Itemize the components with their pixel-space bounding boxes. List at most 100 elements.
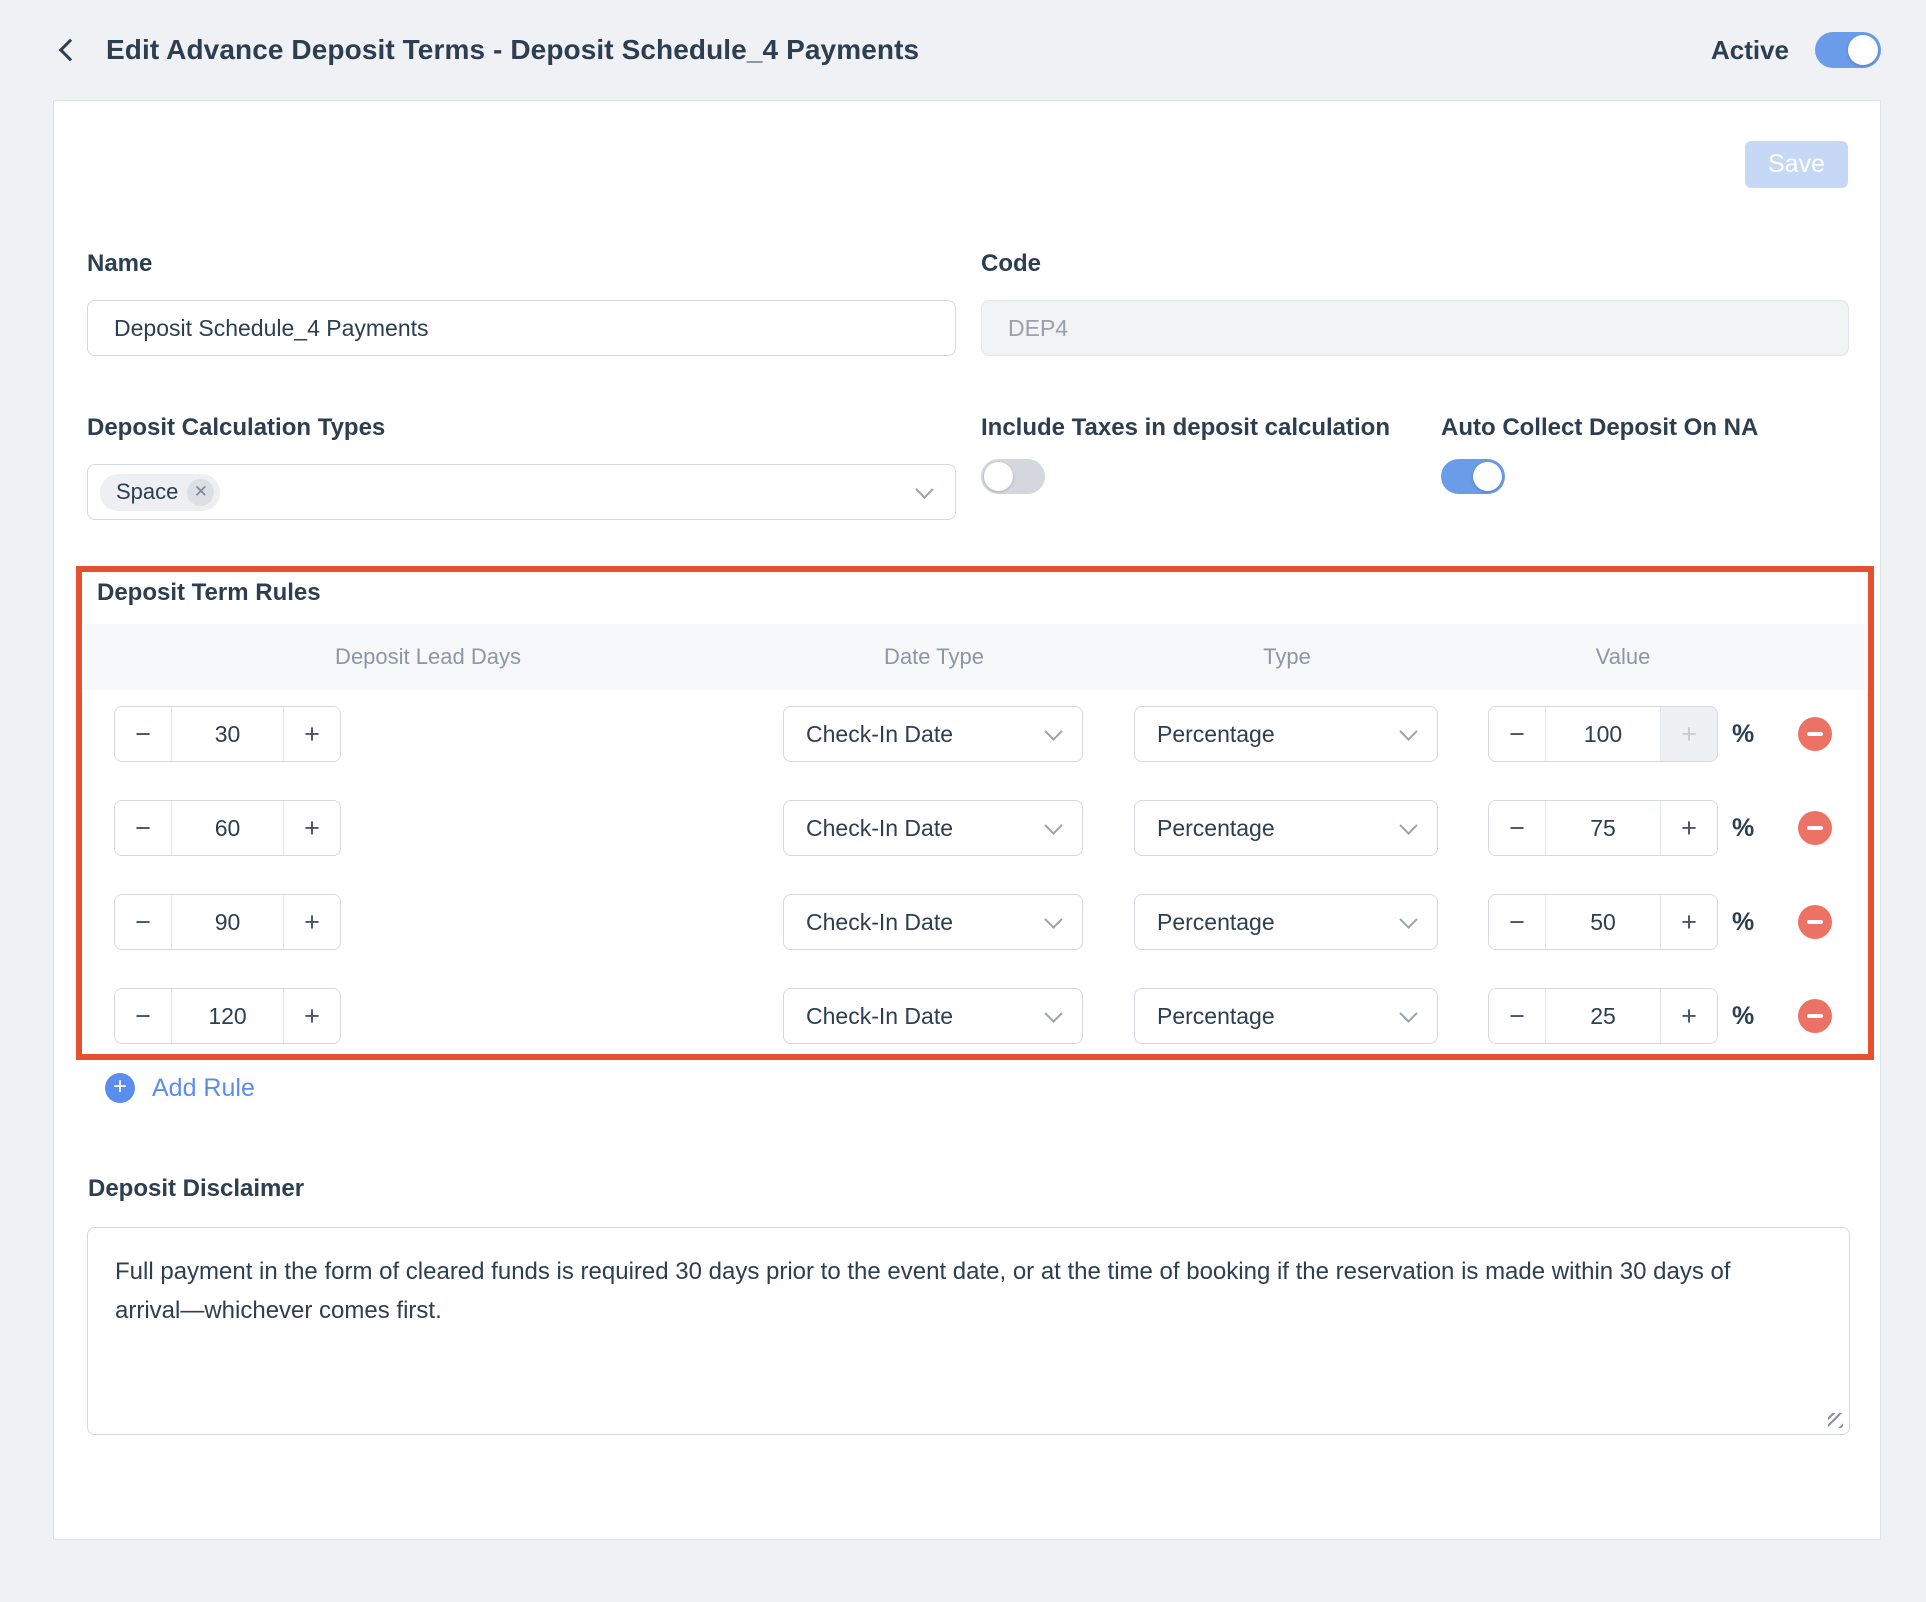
edit-form-card: Save Name Deposit Schedule_4 Payments Co… xyxy=(53,100,1881,1540)
chevron-down-icon xyxy=(1044,816,1062,834)
value-minus-button[interactable]: − xyxy=(1489,895,1546,949)
lead-days-value[interactable]: 90 xyxy=(172,895,283,949)
lead-days-stepper[interactable]: − 60 + xyxy=(114,800,341,856)
lead-days-plus-button[interactable]: + xyxy=(283,801,340,855)
include-taxes-label: Include Taxes in deposit calculation xyxy=(981,414,1441,442)
type-select[interactable]: Percentage xyxy=(1134,894,1438,950)
lead-days-value[interactable]: 30 xyxy=(172,707,283,761)
value-stepper[interactable]: − 100 + xyxy=(1488,706,1718,762)
lead-days-plus-button[interactable]: + xyxy=(283,707,340,761)
value-plus-button[interactable]: + xyxy=(1660,895,1717,949)
header-right: Active xyxy=(1711,32,1881,68)
disclaimer-textarea[interactable]: Full payment in the form of cleared fund… xyxy=(87,1227,1850,1435)
date-type-select[interactable]: Check-In Date xyxy=(783,894,1083,950)
chevron-down-icon xyxy=(915,480,933,498)
lead-days-minus-button[interactable]: − xyxy=(115,801,172,855)
lead-days-stepper[interactable]: − 120 + xyxy=(114,988,341,1044)
value-value[interactable]: 50 xyxy=(1546,895,1660,949)
date-type-select[interactable]: Check-In Date xyxy=(783,988,1083,1044)
lead-days-plus-button[interactable]: + xyxy=(283,895,340,949)
type-value: Percentage xyxy=(1157,909,1275,936)
name-input[interactable]: Deposit Schedule_4 Payments xyxy=(87,300,956,356)
back-icon[interactable] xyxy=(59,39,82,62)
percent-sign: % xyxy=(1732,720,1754,749)
chevron-down-icon xyxy=(1044,722,1062,740)
chevron-down-icon xyxy=(1399,1004,1417,1022)
lead-days-minus-button[interactable]: − xyxy=(115,895,172,949)
date-type-value: Check-In Date xyxy=(806,721,953,748)
value-minus-button[interactable]: − xyxy=(1489,989,1546,1043)
column-header-type: Type xyxy=(1263,644,1311,670)
include-taxes-toggle[interactable] xyxy=(981,459,1045,494)
auto-collect-toggle[interactable] xyxy=(1441,459,1505,494)
save-button[interactable]: Save xyxy=(1745,141,1848,188)
remove-rule-button[interactable] xyxy=(1798,717,1832,751)
lead-days-stepper[interactable]: − 90 + xyxy=(114,894,341,950)
chevron-down-icon xyxy=(1399,722,1417,740)
value-minus-button[interactable]: − xyxy=(1489,707,1546,761)
chip-remove-icon[interactable]: ✕ xyxy=(187,479,214,506)
rule-row: − 120 + Check-In Date Percentage − 25 + … xyxy=(114,988,1868,1044)
lead-days-value[interactable]: 120 xyxy=(172,989,283,1043)
add-rule-label: Add Rule xyxy=(152,1074,255,1103)
value-value[interactable]: 100 xyxy=(1546,707,1660,761)
chevron-down-icon xyxy=(1399,910,1417,928)
value-minus-button[interactable]: − xyxy=(1489,801,1546,855)
type-select[interactable]: Percentage xyxy=(1134,988,1438,1044)
name-label: Name xyxy=(87,250,956,278)
chip-label: Space xyxy=(116,479,178,505)
value-plus-button[interactable]: + xyxy=(1660,989,1717,1043)
remove-rule-button[interactable] xyxy=(1798,999,1832,1033)
toggle-knob xyxy=(1848,35,1878,65)
lead-days-minus-button[interactable]: − xyxy=(115,707,172,761)
type-select[interactable]: Percentage xyxy=(1134,800,1438,856)
rule-row: − 90 + Check-In Date Percentage − 50 + % xyxy=(114,894,1868,950)
value-plus-button[interactable]: + xyxy=(1660,801,1717,855)
rule-row: − 60 + Check-In Date Percentage − 75 + % xyxy=(114,800,1868,856)
auto-collect-label: Auto Collect Deposit On NA xyxy=(1441,414,1849,442)
column-header-lead-days: Deposit Lead Days xyxy=(335,644,521,670)
date-type-value: Check-In Date xyxy=(806,815,953,842)
value-stepper[interactable]: − 25 + xyxy=(1488,988,1718,1044)
value-value[interactable]: 25 xyxy=(1546,989,1660,1043)
remove-rule-button[interactable] xyxy=(1798,811,1832,845)
rules-section-title: Deposit Term Rules xyxy=(97,579,1868,607)
type-value: Percentage xyxy=(1157,815,1275,842)
chevron-down-icon xyxy=(1044,910,1062,928)
toggle-knob xyxy=(1473,462,1502,491)
name-field-group: Name Deposit Schedule_4 Payments xyxy=(87,250,956,356)
remove-rule-button[interactable] xyxy=(1798,905,1832,939)
percent-sign: % xyxy=(1732,814,1754,843)
type-value: Percentage xyxy=(1157,721,1275,748)
type-select[interactable]: Percentage xyxy=(1134,706,1438,762)
lead-days-plus-button[interactable]: + xyxy=(283,989,340,1043)
rules-table-header: Deposit Lead Days Date Type Type Value xyxy=(83,624,1867,690)
resize-handle-icon[interactable] xyxy=(1828,1413,1843,1428)
value-value[interactable]: 75 xyxy=(1546,801,1660,855)
calc-toggles-row: Deposit Calculation Types Space ✕ Includ… xyxy=(87,414,1848,520)
calc-types-label: Deposit Calculation Types xyxy=(87,414,956,442)
active-toggle[interactable] xyxy=(1815,32,1881,68)
add-rule-button[interactable]: + Add Rule xyxy=(105,1073,1848,1103)
value-stepper[interactable]: − 75 + xyxy=(1488,800,1718,856)
date-type-value: Check-In Date xyxy=(806,909,953,936)
calc-types-select[interactable]: Space ✕ xyxy=(87,464,956,520)
lead-days-stepper[interactable]: − 30 + xyxy=(114,706,341,762)
rules-rows-container: − 30 + Check-In Date Percentage − 100 + … xyxy=(82,706,1868,1044)
save-row: Save xyxy=(87,141,1848,188)
value-stepper[interactable]: − 50 + xyxy=(1488,894,1718,950)
deposit-term-rules-highlight-frame: Deposit Term Rules Deposit Lead Days Dat… xyxy=(76,566,1874,1060)
lead-days-value[interactable]: 60 xyxy=(172,801,283,855)
plus-circle-icon: + xyxy=(105,1073,135,1103)
date-type-select[interactable]: Check-In Date xyxy=(783,800,1083,856)
column-header-date-type: Date Type xyxy=(884,644,984,670)
auto-collect-group: Auto Collect Deposit On NA xyxy=(1441,414,1849,520)
page-header: Edit Advance Deposit Terms - Deposit Sch… xyxy=(0,0,1926,100)
column-header-value: Value xyxy=(1596,644,1651,670)
code-field-group: Code DEP4 xyxy=(981,250,1849,356)
toggles-group: Include Taxes in deposit calculation Aut… xyxy=(981,414,1849,520)
date-type-select[interactable]: Check-In Date xyxy=(783,706,1083,762)
chevron-down-icon xyxy=(1044,1004,1062,1022)
lead-days-minus-button[interactable]: − xyxy=(115,989,172,1043)
disclaimer-label: Deposit Disclaimer xyxy=(88,1175,1848,1203)
